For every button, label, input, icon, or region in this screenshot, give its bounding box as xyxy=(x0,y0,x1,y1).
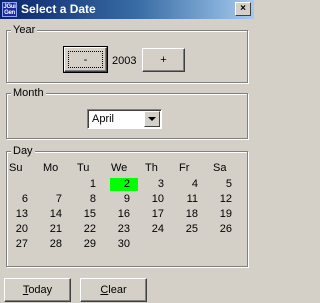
clear-button[interactable]: Clear xyxy=(80,278,147,302)
calendar-day[interactable]: 3 xyxy=(144,178,172,191)
title-bar[interactable]: JGui Gen Select a Date × xyxy=(0,0,254,19)
calendar-day[interactable]: 25 xyxy=(178,223,206,236)
calendar-day[interactable]: 30 xyxy=(110,238,138,251)
calendar-day[interactable]: 1 xyxy=(76,178,104,191)
today-button[interactable]: Today xyxy=(4,278,71,302)
calendar-day[interactable]: 4 xyxy=(178,178,206,191)
calendar-day[interactable]: 5 xyxy=(212,178,240,191)
weekday-header: Tu xyxy=(77,162,90,174)
weekday-header: Th xyxy=(145,162,158,174)
calendar-day[interactable]: 27 xyxy=(8,238,36,251)
year-increment-label: + xyxy=(160,54,167,66)
weekday-header: Sa xyxy=(213,162,227,174)
calendar-day[interactable]: 23 xyxy=(110,223,138,236)
calendar-day[interactable]: 2 xyxy=(110,178,138,191)
weekday-header: Su xyxy=(9,162,23,174)
year-decrement-label: - xyxy=(83,54,88,66)
calendar-day[interactable]: 7 xyxy=(42,193,70,206)
year-legend: Year xyxy=(11,23,38,37)
calendar-day[interactable]: 24 xyxy=(144,223,172,236)
calendar-day[interactable]: 10 xyxy=(144,193,172,206)
year-decrement-button[interactable]: - xyxy=(63,46,108,73)
day-legend: Day xyxy=(11,144,35,158)
calendar-day[interactable]: 29 xyxy=(76,238,104,251)
window-title: Select a Date xyxy=(21,2,96,16)
app-icon: JGui Gen xyxy=(2,2,17,17)
calendar-day[interactable]: 8 xyxy=(76,193,104,206)
calendar-day[interactable]: 20 xyxy=(8,223,36,236)
calendar-day[interactable]: 16 xyxy=(110,208,138,221)
calendar-day[interactable]: 13 xyxy=(8,208,36,221)
close-button[interactable]: × xyxy=(235,2,251,16)
month-legend: Month xyxy=(11,86,46,100)
weekday-header: Fr xyxy=(179,162,190,174)
calendar-day[interactable]: 6 xyxy=(8,193,36,206)
chevron-down-icon xyxy=(148,117,156,121)
today-label: Today xyxy=(22,284,53,296)
calendar-day[interactable]: 15 xyxy=(76,208,104,221)
calendar-day[interactable]: 19 xyxy=(212,208,240,221)
year-increment-button[interactable]: + xyxy=(142,48,185,72)
calendar-day[interactable]: 18 xyxy=(178,208,206,221)
weekday-header: Mo xyxy=(43,162,59,174)
calendar-day[interactable]: 11 xyxy=(178,193,206,206)
calendar-day[interactable]: 22 xyxy=(76,223,104,236)
calendar-day[interactable]: 21 xyxy=(42,223,70,236)
month-select[interactable]: April xyxy=(87,109,162,129)
weekday-header: We xyxy=(111,162,128,174)
year-value: 2003 xyxy=(112,55,137,67)
calendar-day[interactable]: 14 xyxy=(42,208,70,221)
clear-label: Clear xyxy=(100,284,127,296)
calendar-day[interactable]: 26 xyxy=(212,223,240,236)
date-picker-dialog: JGui Gen Select a Date × Year - 2003 + M… xyxy=(0,0,254,303)
close-icon: × xyxy=(240,3,246,14)
calendar-day[interactable]: 28 xyxy=(42,238,70,251)
month-dropdown-button[interactable] xyxy=(144,111,160,127)
month-select-value: April xyxy=(92,113,115,125)
calendar-day[interactable]: 12 xyxy=(212,193,240,206)
calendar-day[interactable]: 17 xyxy=(144,208,172,221)
calendar-day[interactable]: 9 xyxy=(110,193,138,206)
